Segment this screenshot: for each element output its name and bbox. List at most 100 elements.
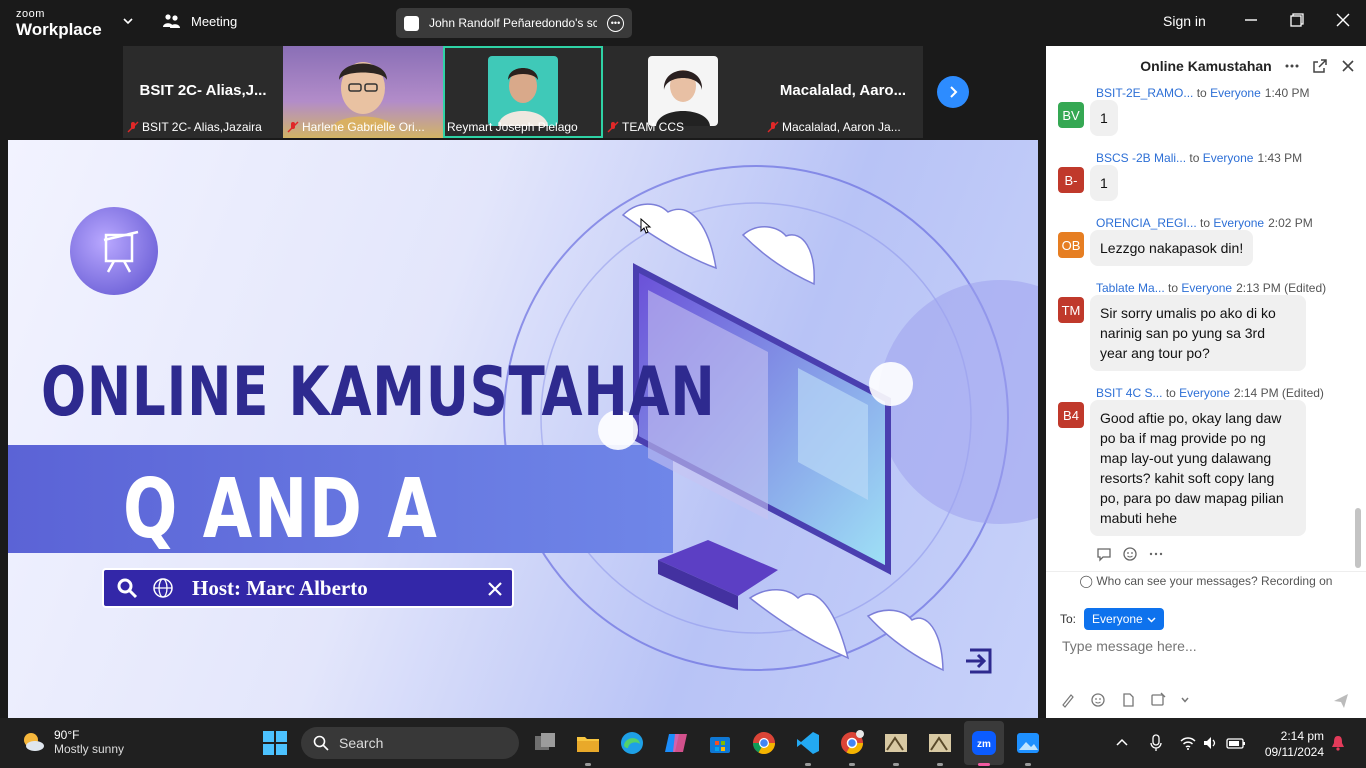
clock-time: 2:14 pm	[1280, 729, 1324, 743]
notification-bell-icon[interactable]	[1330, 735, 1346, 751]
message-header: BSIT-2E_RAMO... to Everyone 1:40 PM	[1096, 86, 1309, 100]
more-icon[interactable]	[1148, 546, 1164, 562]
app-icon[interactable]	[927, 730, 953, 756]
running-indicator	[849, 763, 855, 766]
message-to: to	[1200, 216, 1211, 230]
participant-strip: BSIT 2C- Alias,J... BSIT 2C- Alias,Jazai…	[123, 46, 923, 138]
send-icon[interactable]	[1332, 692, 1350, 710]
battery-icon[interactable]	[1226, 735, 1246, 751]
participant-display-name: Macalalad, Aaro...	[779, 82, 907, 99]
participant-tile[interactable]: BSIT 2C- Alias,J... BSIT 2C- Alias,Jazai…	[123, 46, 283, 138]
app-icon[interactable]	[883, 730, 909, 756]
file-explorer-icon[interactable]	[575, 730, 601, 756]
task-view-icon[interactable]	[532, 730, 558, 756]
next-participants-button[interactable]	[937, 76, 969, 108]
avatar: BV	[1058, 102, 1084, 128]
message-to: to	[1196, 86, 1207, 100]
participant-label: Harlene Gabrielle Ori...	[287, 120, 441, 134]
zoom-logo[interactable]: zoom Workplace	[16, 9, 102, 39]
chat-title: Online Kamustahan	[1140, 58, 1272, 74]
avatar: OB	[1058, 232, 1084, 258]
wifi-icon[interactable]	[1180, 735, 1196, 751]
chevron-down-icon[interactable]	[122, 15, 134, 27]
recipient-dropdown[interactable]: Everyone	[1084, 608, 1164, 630]
weather-widget[interactable]: 90°F Mostly sunny	[20, 728, 124, 756]
message-sender[interactable]: BSCS -2B Mali...	[1096, 151, 1186, 165]
message-time: 2:02 PM	[1268, 216, 1313, 230]
participant-tile[interactable]: Harlene Gabrielle Ori...	[283, 46, 443, 138]
close-icon[interactable]	[1335, 12, 1351, 28]
emoji-icon[interactable]	[1090, 692, 1106, 708]
chat-scrollbar[interactable]	[1355, 88, 1361, 568]
edge-browser-icon[interactable]	[619, 730, 645, 756]
microphone-icon[interactable]	[1148, 734, 1164, 752]
system-clock[interactable]: 2:14 pm 09/11/2024	[1258, 728, 1324, 760]
photos-icon[interactable]	[1015, 730, 1041, 756]
message-to: to	[1189, 151, 1200, 165]
running-indicator	[1025, 763, 1031, 766]
pop-out-icon[interactable]	[1312, 58, 1328, 74]
reply-icon[interactable]	[1096, 546, 1112, 562]
host-search-bar: Host: Marc Alberto	[102, 568, 514, 608]
muted-mic-icon	[607, 121, 619, 133]
windows-taskbar: 90°F Mostly sunny Search zm 2:14 pm 09/1…	[0, 718, 1366, 768]
restore-icon[interactable]	[1289, 12, 1305, 28]
file-icon[interactable]	[1120, 692, 1136, 708]
weather-condition: Mostly sunny	[54, 742, 125, 756]
message-sender[interactable]: Tablate Ma...	[1096, 281, 1165, 295]
message-actions	[1096, 546, 1164, 562]
zoom-app-icon[interactable]: zm	[971, 730, 997, 756]
minimize-icon[interactable]	[1243, 12, 1259, 28]
share-status-icon	[404, 15, 419, 31]
more-options-icon[interactable]: •••	[607, 14, 624, 32]
message-header: BSIT 4C S... to Everyone 2:14 PM (Edited)	[1096, 386, 1324, 400]
message-sender[interactable]: ORENCIA_REGI...	[1096, 216, 1197, 230]
message-bubble: 1	[1090, 165, 1118, 201]
running-indicator	[893, 763, 899, 766]
taskbar-search[interactable]: Search	[301, 727, 519, 759]
participant-tile-active-speaker[interactable]: Reymart Joseph Pielago	[443, 46, 603, 138]
participant-tile[interactable]: Macalalad, Aaro... Macalalad, Aaron Ja..…	[763, 46, 923, 138]
visibility-note[interactable]: ◯ Who can see your messages? Recording o…	[1046, 571, 1366, 589]
format-text-icon[interactable]	[1060, 692, 1076, 708]
chevron-up-icon[interactable]	[1114, 735, 1130, 751]
svg-text:zm: zm	[977, 739, 991, 750]
recipient-row: To: Everyone	[1060, 608, 1164, 630]
meeting-menu[interactable]: Meeting	[163, 13, 237, 29]
chrome-profile-icon[interactable]	[839, 730, 865, 756]
message-to: to	[1165, 386, 1176, 400]
zoom-title-bar: zoom Workplace Meeting John Randolf Peña…	[0, 0, 1366, 46]
clock-date: 09/11/2024	[1264, 745, 1324, 759]
chat-header: Online Kamustahan	[1046, 46, 1366, 86]
chevron-down-icon	[1147, 616, 1156, 623]
volume-icon[interactable]	[1202, 735, 1218, 751]
scrollbar-thumb[interactable]	[1355, 508, 1361, 568]
message-sender[interactable]: BSIT-2E_RAMO...	[1096, 86, 1193, 100]
running-indicator	[585, 763, 591, 766]
meeting-label: Meeting	[191, 13, 238, 29]
sign-in-button[interactable]: Sign in	[1163, 13, 1206, 29]
message-header: ORENCIA_REGI... to Everyone 2:02 PM	[1096, 216, 1313, 230]
screen-share-indicator[interactable]: John Randolf Peñaredondo's scre •••	[396, 8, 632, 38]
active-indicator	[978, 763, 990, 766]
message-sender[interactable]: BSIT 4C S...	[1096, 386, 1162, 400]
microsoft-store-icon[interactable]	[707, 730, 733, 756]
chat-toolbar	[1060, 692, 1190, 708]
participant-tile[interactable]: TEAM CCS	[603, 46, 763, 138]
vscode-icon[interactable]	[795, 730, 821, 756]
windows-start-icon[interactable]	[262, 730, 288, 756]
chrome-icon[interactable]	[751, 730, 777, 756]
muted-mic-icon	[127, 121, 139, 133]
emoji-reaction-icon[interactable]	[1122, 546, 1138, 562]
slide-title: ONLINE KAMUSTAHAN	[41, 353, 716, 432]
chat-message-input[interactable]	[1062, 638, 1352, 654]
message-bubble: Sir sorry umalis po ako di ko narinig sa…	[1090, 295, 1306, 371]
more-icon[interactable]	[1284, 58, 1300, 74]
message-recipient: Everyone	[1210, 86, 1261, 100]
copilot-icon[interactable]	[663, 730, 689, 756]
close-icon[interactable]	[1340, 58, 1356, 74]
screenshot-icon[interactable]	[1150, 692, 1166, 708]
chevron-down-icon[interactable]	[1180, 695, 1190, 705]
participant-video	[331, 62, 395, 130]
close-icon	[488, 582, 502, 596]
